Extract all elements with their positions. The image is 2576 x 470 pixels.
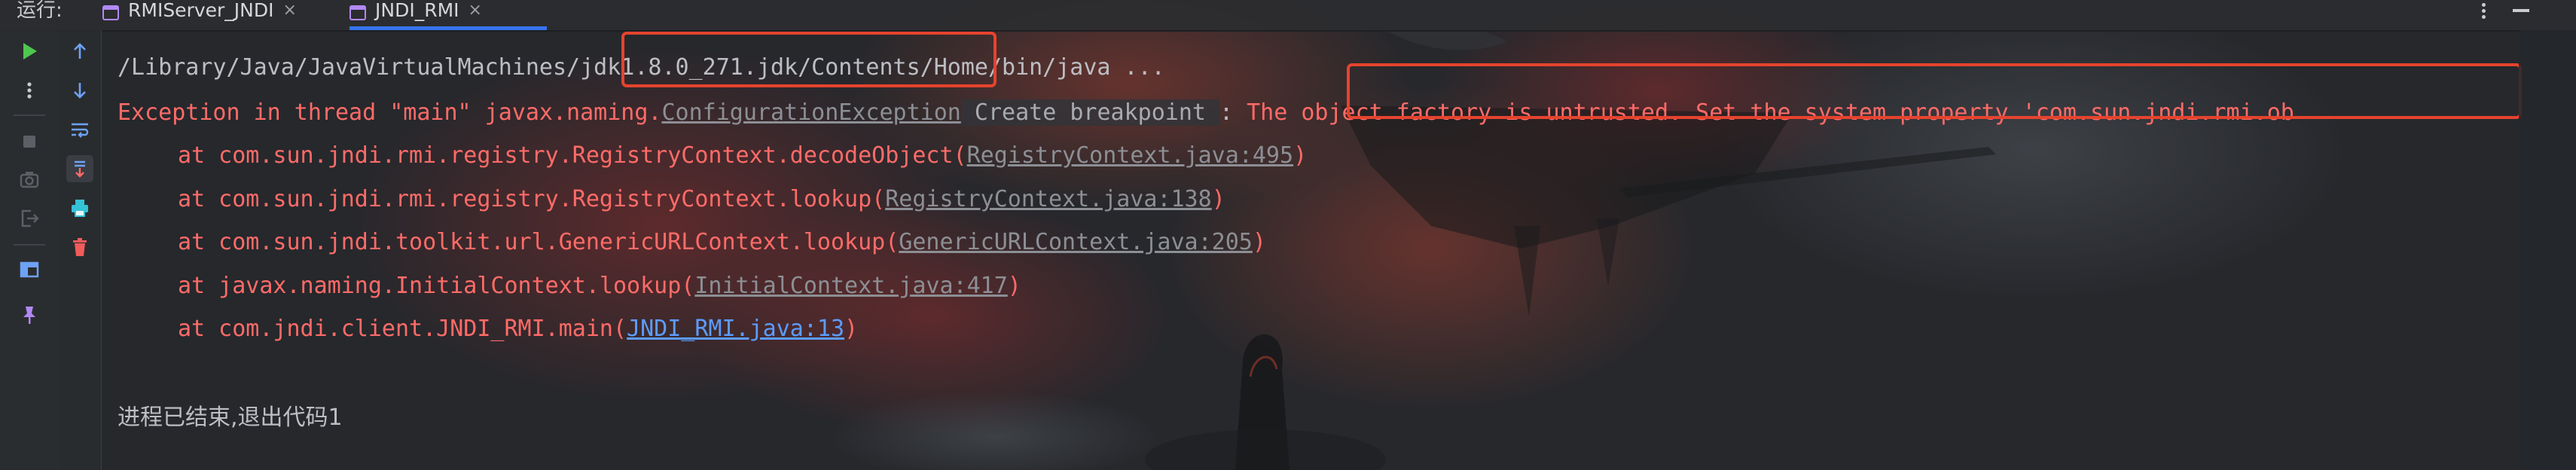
stack-frame-method: at com.sun.jndi.rmi.registry.RegistryCon… [178,186,886,212]
stack-frame: at com.jndi.client.JNDI_RMI.main(JNDI_RM… [178,314,858,344]
tab-label: JNDI_RMI [375,0,459,21]
exception-class-link[interactable]: ConfigurationException [661,99,960,126]
stack-frame-method: at javax.naming.InitialContext.lookup( [178,273,695,299]
tab-jndi-rmi[interactable]: JNDI_RMI × [349,0,547,30]
stack-frame-link[interactable]: GenericURLContext.java:205 [899,229,1253,255]
stack-frame-end: ) [844,316,859,342]
stack-frame-link[interactable]: InitialContext.java:417 [694,273,1007,299]
error-message-highlight [1347,63,2522,119]
stack-frame-method: at com.sun.jndi.toolkit.url.GenericURLCo… [178,229,899,255]
minimize-icon[interactable] [2513,9,2529,12]
close-icon[interactable]: × [469,0,482,21]
divider [14,114,45,116]
stack-frame-link[interactable]: RegistryContext.java:495 [967,142,1293,169]
up-arrow-icon[interactable] [66,38,93,65]
stack-frame-end: ) [1007,273,1021,299]
stack-frame-end: ) [1211,186,1225,212]
tab-rmiserver-jndi[interactable]: RMIServer_JNDI × [102,0,337,27]
stack-frame-end: ) [1252,229,1266,255]
run-config-icon [102,3,119,20]
pin-icon[interactable] [16,301,43,328]
exception-colon: : [1219,99,1247,126]
run-actions-strip [0,30,59,470]
create-breakpoint-hint[interactable]: Create breakpoint [960,99,1219,126]
scroll-to-end-icon[interactable] [66,155,93,182]
run-label: 运行: [17,0,63,22]
print-icon[interactable] [66,194,93,221]
stack-frame-method: at com.jndi.client.JNDI_RMI.main( [178,316,627,342]
stack-frame-method: at com.sun.jndi.rmi.registry.RegistryCon… [178,142,967,169]
jdk-version-highlight [621,32,997,87]
run-config-icon [349,3,366,20]
process-exit-message: 进程已结束,退出代码1 [118,404,343,431]
soft-wrap-icon[interactable] [66,116,93,143]
run-tool-window: 运行: RMIServer_JNDI × JNDI_RMI × /Library… [0,0,2576,470]
tab-label: RMIServer_JNDI [128,0,274,21]
trash-icon[interactable] [66,233,93,261]
more-options-icon[interactable] [2478,0,2489,23]
console-output: /Library/Java/JavaVirtualMachines/jdk1.8… [118,30,2522,470]
stack-frame-end: ) [1293,142,1308,169]
layout-icon[interactable] [16,256,43,283]
run-tab-bar: 运行: RMIServer_JNDI × JNDI_RMI × [0,0,2576,32]
scrollbar-track[interactable] [2519,30,2576,470]
stack-frame: at com.sun.jndi.rmi.registry.RegistryCon… [178,141,1307,171]
stack-frame-link[interactable]: RegistryContext.java:138 [885,186,1211,212]
camera-icon[interactable] [16,166,43,193]
stop-icon[interactable] [16,128,43,155]
down-arrow-icon[interactable] [66,77,93,104]
exception-prefix: Exception in thread "main" javax.naming. [118,99,662,126]
stack-frame: at javax.naming.InitialContext.lookup(In… [178,271,1021,301]
more-options-icon[interactable] [16,77,43,104]
stack-frame: at com.sun.jndi.toolkit.url.GenericURLCo… [178,227,1266,258]
stack-frame: at com.sun.jndi.rmi.registry.RegistryCon… [178,185,1225,215]
exit-icon[interactable] [16,205,43,232]
divider [14,244,45,246]
active-tab-indicator [349,26,547,30]
run-icon[interactable] [16,38,43,65]
stack-frame-link-source[interactable]: JNDI_RMI.java:13 [627,316,844,342]
close-icon[interactable]: × [283,0,297,21]
console-actions-strip [59,30,102,470]
java-path-prefix: /Library/Java/JavaVirtualMachines/ [118,54,581,81]
